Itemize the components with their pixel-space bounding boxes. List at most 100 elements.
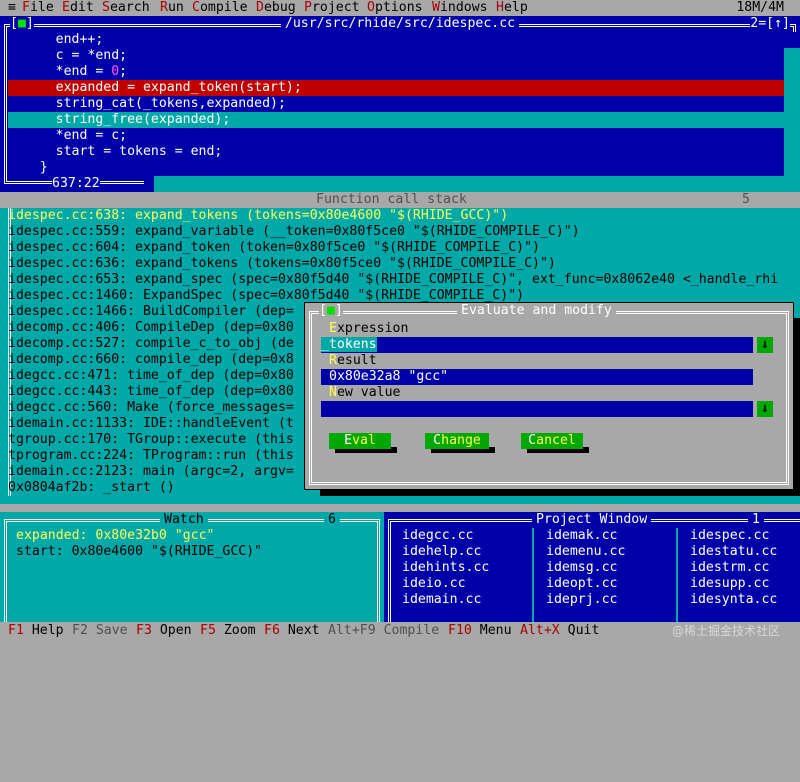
cursor-position: 637:22 [52, 176, 100, 192]
editor-titlebar[interactable]: /usr/src/rhide/src/idespec.cc [0, 16, 800, 32]
editor-window[interactable]: /usr/src/rhide/src/idespec.cc [■] 2=[↑] … [0, 16, 800, 192]
watch-title: Watch [160, 512, 208, 528]
expression-input[interactable]: _tokens [321, 337, 753, 353]
editor-zoom-button[interactable]: 2=[↑] [750, 16, 790, 32]
code-line[interactable]: string_cat(_tokens,expanded); [8, 96, 788, 112]
stack-frame[interactable]: idespec.cc:1466: BuildCompiler (dep= [8, 304, 294, 320]
project-file[interactable]: ideprj.cc [546, 592, 625, 608]
stack-frame[interactable]: idegcc.cc:443: time_of_dep (dep=0x80 [8, 384, 294, 400]
dialog-title: Evaluate and modify [457, 303, 616, 319]
stack-frame[interactable]: idecomp.cc:660: compile_dep (dep=0x8 [8, 352, 294, 368]
window-number: 6 [324, 512, 340, 528]
stack-frame[interactable]: idecomp.cc:406: CompileDep (dep=0x80 [8, 320, 294, 336]
project-file[interactable]: idemsg.cc [546, 560, 625, 576]
eval-button[interactable]: Eval [329, 433, 391, 449]
menu-run[interactable]: Run [160, 0, 184, 16]
project-column: idemak.cc idemenu.cc idemsg.cc ideopt.cc… [546, 528, 625, 608]
project-column: idespec.cc idestatu.cc idestrm.cc idesup… [690, 528, 777, 608]
menu-edit[interactable]: Edit [62, 0, 94, 16]
project-column: idegcc.cc idehelp.cc idehints.cc ideio.c… [402, 528, 489, 608]
close-icon: ■ [17, 16, 26, 31]
project-file[interactable]: idesynta.cc [690, 592, 777, 608]
status-help[interactable]: F1 Help [8, 623, 64, 639]
project-file-selected[interactable]: idespec.cc [690, 528, 777, 544]
code-line[interactable]: start = tokens = end; [8, 144, 788, 160]
menu-options[interactable]: Options [367, 0, 423, 16]
stack-frame-selected[interactable]: idespec.cc:638: expand_tokens (tokens=0x… [8, 208, 508, 224]
stack-frame[interactable]: idespec.cc:653: expand_spec (spec=0x80f5… [8, 272, 800, 288]
status-zoom[interactable]: F5 Zoom [200, 623, 256, 639]
column-divider [676, 528, 678, 622]
menu-help[interactable]: Help [496, 0, 528, 16]
project-file[interactable]: idemak.cc [546, 528, 625, 544]
code-line-breakpoint[interactable]: expanded = expand_token(start); [8, 80, 788, 96]
status-open[interactable]: F3 Open [136, 623, 192, 639]
new-value-label: New value [329, 385, 401, 400]
chevron-down-icon: ↓ [761, 401, 769, 416]
scroll-thumb[interactable] [144, 176, 154, 192]
expression-history-dropdown[interactable]: ↓ [757, 337, 773, 353]
status-save[interactable]: F2 Save [72, 623, 128, 639]
menu-debug[interactable]: Debug [256, 0, 296, 16]
project-file[interactable]: idestrm.cc [690, 560, 777, 576]
project-file[interactable]: idestatu.cc [690, 544, 777, 560]
menu-project[interactable]: Project [304, 0, 360, 16]
zoom-icon: =[↑] [758, 16, 790, 31]
code-line[interactable]: end++; [8, 32, 788, 48]
code-line[interactable]: *end = c; [8, 128, 788, 144]
code-line[interactable]: c = *end; [8, 48, 788, 64]
project-file[interactable]: ideopt.cc [546, 576, 625, 592]
new-value-history-dropdown[interactable]: ↓ [757, 401, 773, 417]
menu-windows[interactable]: Windows [432, 0, 488, 16]
window-number: 5 [742, 192, 750, 207]
project-file[interactable]: idemain.cc [402, 592, 489, 608]
menu-search[interactable]: Search [102, 0, 150, 16]
menu-file[interactable]: File [22, 0, 54, 16]
editor-close-button[interactable]: [■] [10, 16, 34, 32]
status-quit[interactable]: Alt+X Quit [520, 623, 599, 639]
stack-frame[interactable]: idemain.cc:1133: IDE::handleEvent (t [8, 416, 294, 432]
scroll-up-arrow-icon[interactable] [784, 32, 800, 48]
project-file[interactable]: idehelp.cc [402, 544, 489, 560]
project-window[interactable]: Project Window 1 idegcc.cc idehelp.cc id… [384, 512, 800, 622]
code-line[interactable]: } [8, 160, 788, 176]
stack-frame[interactable]: 0x0804af2b: _start () [8, 480, 175, 496]
status-next[interactable]: F6 Next [264, 623, 320, 639]
call-stack-title: Function call stack [316, 192, 467, 207]
editor-horizontal-scrollbar[interactable] [144, 176, 784, 192]
watch-item[interactable]: start: 0x80e4600 "$(RHIDE_GCC)" [16, 544, 262, 560]
status-compile[interactable]: Alt+F9 Compile [328, 623, 439, 639]
menu-bar: ≡ File Edit Search Run Compile Debug Pro… [0, 0, 800, 16]
project-file[interactable]: idemenu.cc [546, 544, 625, 560]
stack-frame[interactable]: idespec.cc:604: expand_token (token=0x80… [8, 240, 540, 256]
stack-frame[interactable]: idegcc.cc:471: time_of_dep (dep=0x80 [8, 368, 294, 384]
watch-item-selected[interactable]: expanded: 0x80e32b0 "gcc" [16, 528, 215, 544]
memory-indicator: 18M/4M [736, 0, 784, 15]
evaluate-modify-dialog[interactable]: [■] Evaluate and modify Expression _toke… [304, 302, 794, 490]
dialog-close-button[interactable]: [■] [319, 303, 343, 319]
stack-frame[interactable]: idespec.cc:559: expand_variable (__token… [8, 224, 580, 240]
watch-window[interactable]: Watch 6 expanded: 0x80e32b0 "gcc" start:… [0, 512, 384, 622]
menu-compile[interactable]: Compile [192, 0, 248, 16]
project-file[interactable]: ideio.cc [402, 576, 489, 592]
project-file[interactable]: idegcc.cc [402, 528, 489, 544]
project-file[interactable]: idesupp.cc [690, 576, 777, 592]
code-line-current[interactable]: string_free(expanded); [8, 112, 788, 128]
editor-vertical-scrollbar[interactable] [784, 32, 800, 192]
call-stack-titlebar[interactable]: Function call stack 5 [0, 192, 800, 208]
column-divider [532, 528, 534, 622]
code-line[interactable]: *end = 0; [8, 64, 788, 80]
watermark: @稀土掘金技术社区 [671, 624, 780, 638]
cancel-button[interactable]: Cancel [521, 433, 583, 449]
stack-frame[interactable]: idemain.cc:2123: main (argc=2, argv= [8, 464, 294, 480]
stack-frame[interactable]: idecomp.cc:527: compile_c_to_obj (de [8, 336, 294, 352]
status-menu[interactable]: F10 Menu [448, 623, 512, 639]
stack-frame[interactable]: idegcc.cc:560: Make (force_messages= [8, 400, 294, 416]
change-button[interactable]: Change [425, 433, 489, 449]
stack-frame[interactable]: idespec.cc:636: expand_tokens (tokens=0x… [8, 256, 556, 272]
stack-frame[interactable]: tprogram.cc:224: TProgram::run (this [8, 448, 294, 464]
stack-frame[interactable]: tgroup.cc:170: TGroup::execute (this [8, 432, 294, 448]
system-menu-icon[interactable]: ≡ [8, 0, 16, 16]
new-value-input[interactable] [321, 401, 753, 417]
project-file[interactable]: idehints.cc [402, 560, 489, 576]
